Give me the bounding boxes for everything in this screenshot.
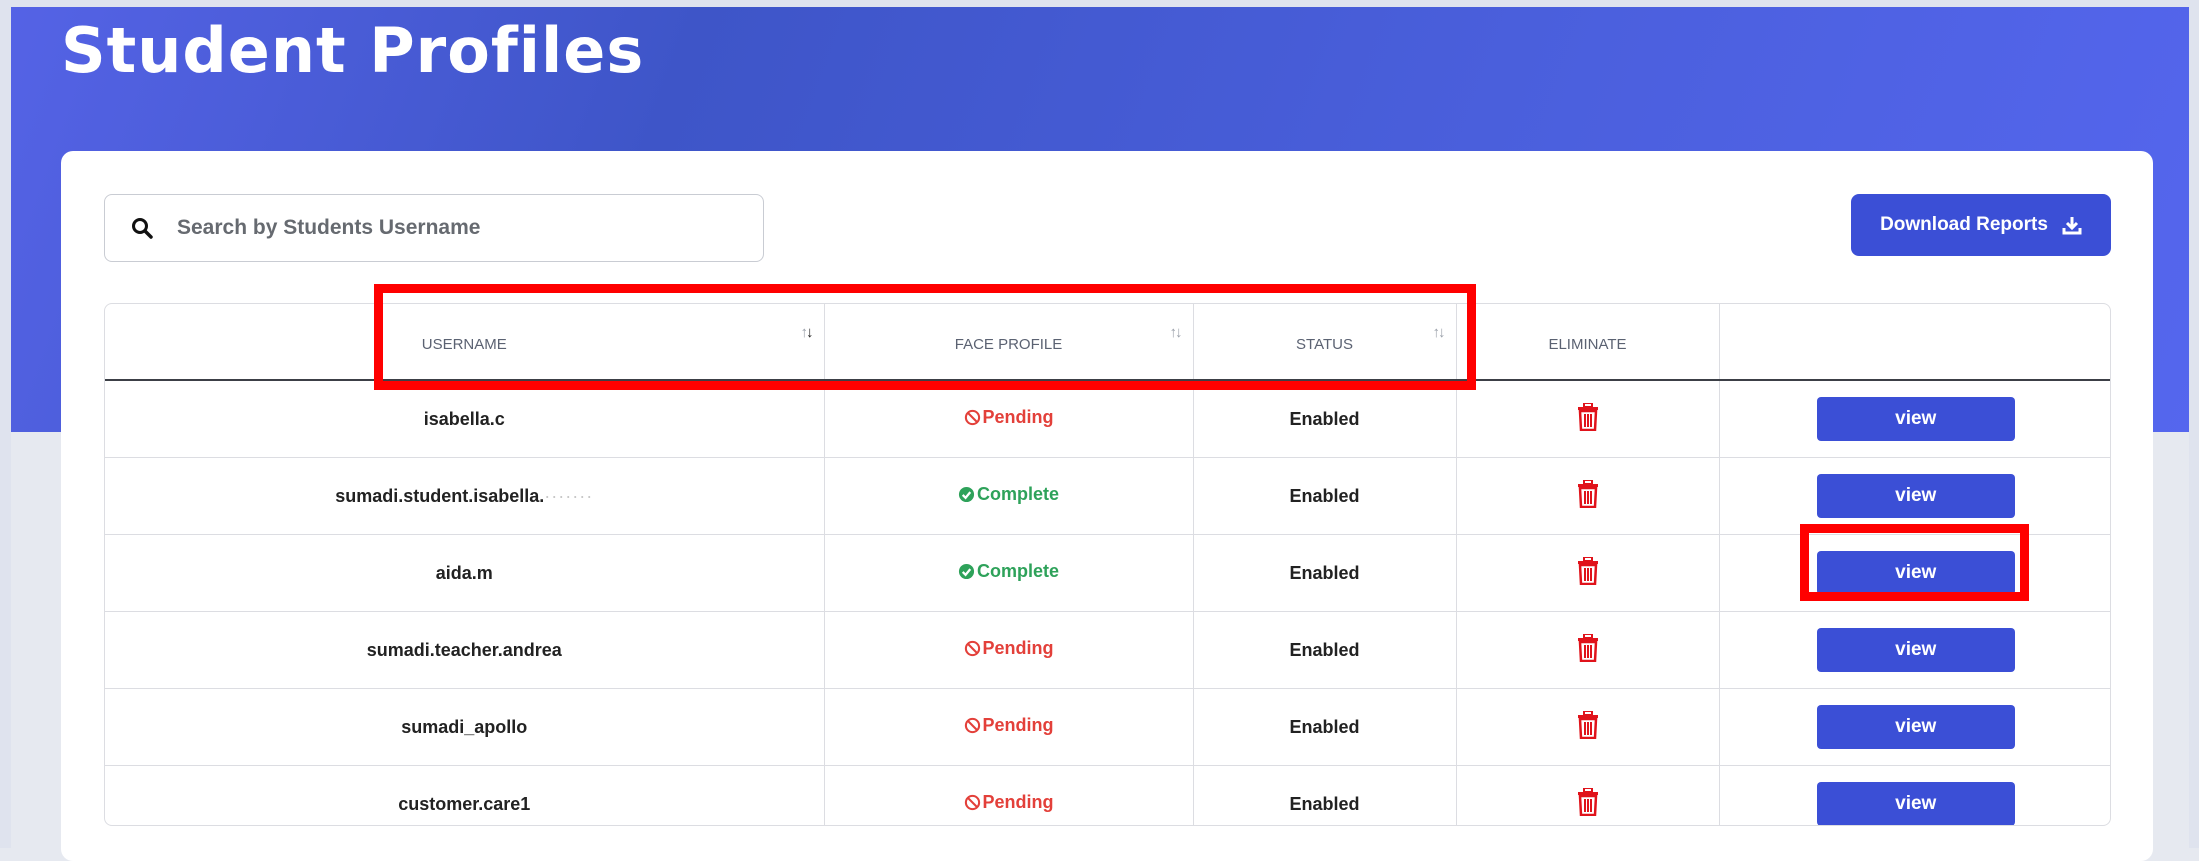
view-button[interactable]: view xyxy=(1816,397,2015,441)
face-profile-status: Complete xyxy=(958,561,1059,582)
username-cell: customer.care1 xyxy=(105,765,825,825)
status-cell: Enabled xyxy=(1193,380,1457,458)
column-header-actions xyxy=(1719,304,2110,381)
trash-icon[interactable] xyxy=(1577,401,1599,431)
view-button[interactable]: view xyxy=(1816,474,2015,518)
face-profile-cell: Pending xyxy=(824,611,1194,689)
table-row: isabella.c Pending Enabled view xyxy=(105,380,2110,458)
window-edge-right xyxy=(2189,0,2199,848)
download-reports-label: Download Reports xyxy=(1880,214,2048,235)
download-icon xyxy=(2062,217,2082,235)
column-header-eliminate: ELIMINATE xyxy=(1456,304,1720,381)
face-profile-status: Complete xyxy=(958,484,1059,505)
table-row: sumadi_apollo Pending Enabled view xyxy=(105,688,2110,766)
view-button[interactable]: view xyxy=(1816,705,2015,749)
view-button[interactable]: view xyxy=(1816,782,2015,825)
search-box[interactable] xyxy=(104,194,764,262)
face-profile-cell: Complete xyxy=(824,457,1194,535)
eliminate-cell xyxy=(1456,688,1720,766)
download-reports-button[interactable]: Download Reports xyxy=(1851,194,2111,256)
trash-icon[interactable] xyxy=(1577,709,1599,739)
page-title: Student Profiles xyxy=(61,14,645,87)
username-cell: sumadi.teacher.andrea xyxy=(105,611,825,689)
actions-cell: view xyxy=(1719,380,2110,458)
face-profile-cell: Pending xyxy=(824,765,1194,825)
status-cell: Enabled xyxy=(1193,765,1457,825)
status-cell: Enabled xyxy=(1193,688,1457,766)
actions-cell: view xyxy=(1719,611,2110,689)
face-profile-cell: Complete xyxy=(824,534,1194,612)
view-button[interactable]: view xyxy=(1816,628,2015,672)
actions-cell: view xyxy=(1719,457,2110,535)
username-cell: aida.m xyxy=(105,534,825,612)
ban-icon xyxy=(964,794,980,811)
face-profile-status: Pending xyxy=(964,792,1054,813)
window-edge-top xyxy=(0,0,2199,7)
status-cell: Enabled xyxy=(1193,457,1457,535)
status-cell: Enabled xyxy=(1193,611,1457,689)
face-profile-cell: Pending xyxy=(824,688,1194,766)
redacted-text: ······· xyxy=(544,485,594,506)
username-cell: isabella.c xyxy=(105,380,825,458)
face-profile-status: Pending xyxy=(964,407,1054,428)
eliminate-cell xyxy=(1456,534,1720,612)
face-profile-cell: Pending xyxy=(824,380,1194,458)
highlight-box-column-headers xyxy=(374,284,1476,390)
face-profile-status: Pending xyxy=(964,638,1054,659)
trash-icon[interactable] xyxy=(1577,478,1599,508)
highlight-box-view-button xyxy=(1800,524,2029,601)
ban-icon xyxy=(964,640,980,657)
trash-icon[interactable] xyxy=(1577,555,1599,585)
ban-icon xyxy=(964,717,980,734)
eliminate-cell xyxy=(1456,457,1720,535)
username-cell: sumadi.student.isabella.······· xyxy=(105,457,825,535)
face-profile-status: Pending xyxy=(964,715,1054,736)
eliminate-cell xyxy=(1456,380,1720,458)
status-cell: Enabled xyxy=(1193,534,1457,612)
eliminate-cell xyxy=(1456,765,1720,825)
trash-icon[interactable] xyxy=(1577,786,1599,816)
actions-cell: view xyxy=(1719,766,2110,825)
window-edge-left xyxy=(0,0,11,848)
eliminate-cell xyxy=(1456,611,1720,689)
username-cell: sumadi_apollo xyxy=(105,688,825,766)
search-icon xyxy=(132,218,153,239)
table-row: sumadi.teacher.andrea Pending Enabled vi… xyxy=(105,611,2110,689)
table-row: sumadi.student.isabella.······· Complete… xyxy=(105,457,2110,535)
check-circle-icon xyxy=(958,486,975,503)
search-input[interactable] xyxy=(175,215,739,241)
ban-icon xyxy=(964,409,980,426)
table-row: customer.care1 Pending Enabled view xyxy=(105,765,2110,825)
actions-cell: view xyxy=(1719,688,2110,766)
trash-icon[interactable] xyxy=(1577,632,1599,662)
check-circle-icon xyxy=(958,563,975,580)
